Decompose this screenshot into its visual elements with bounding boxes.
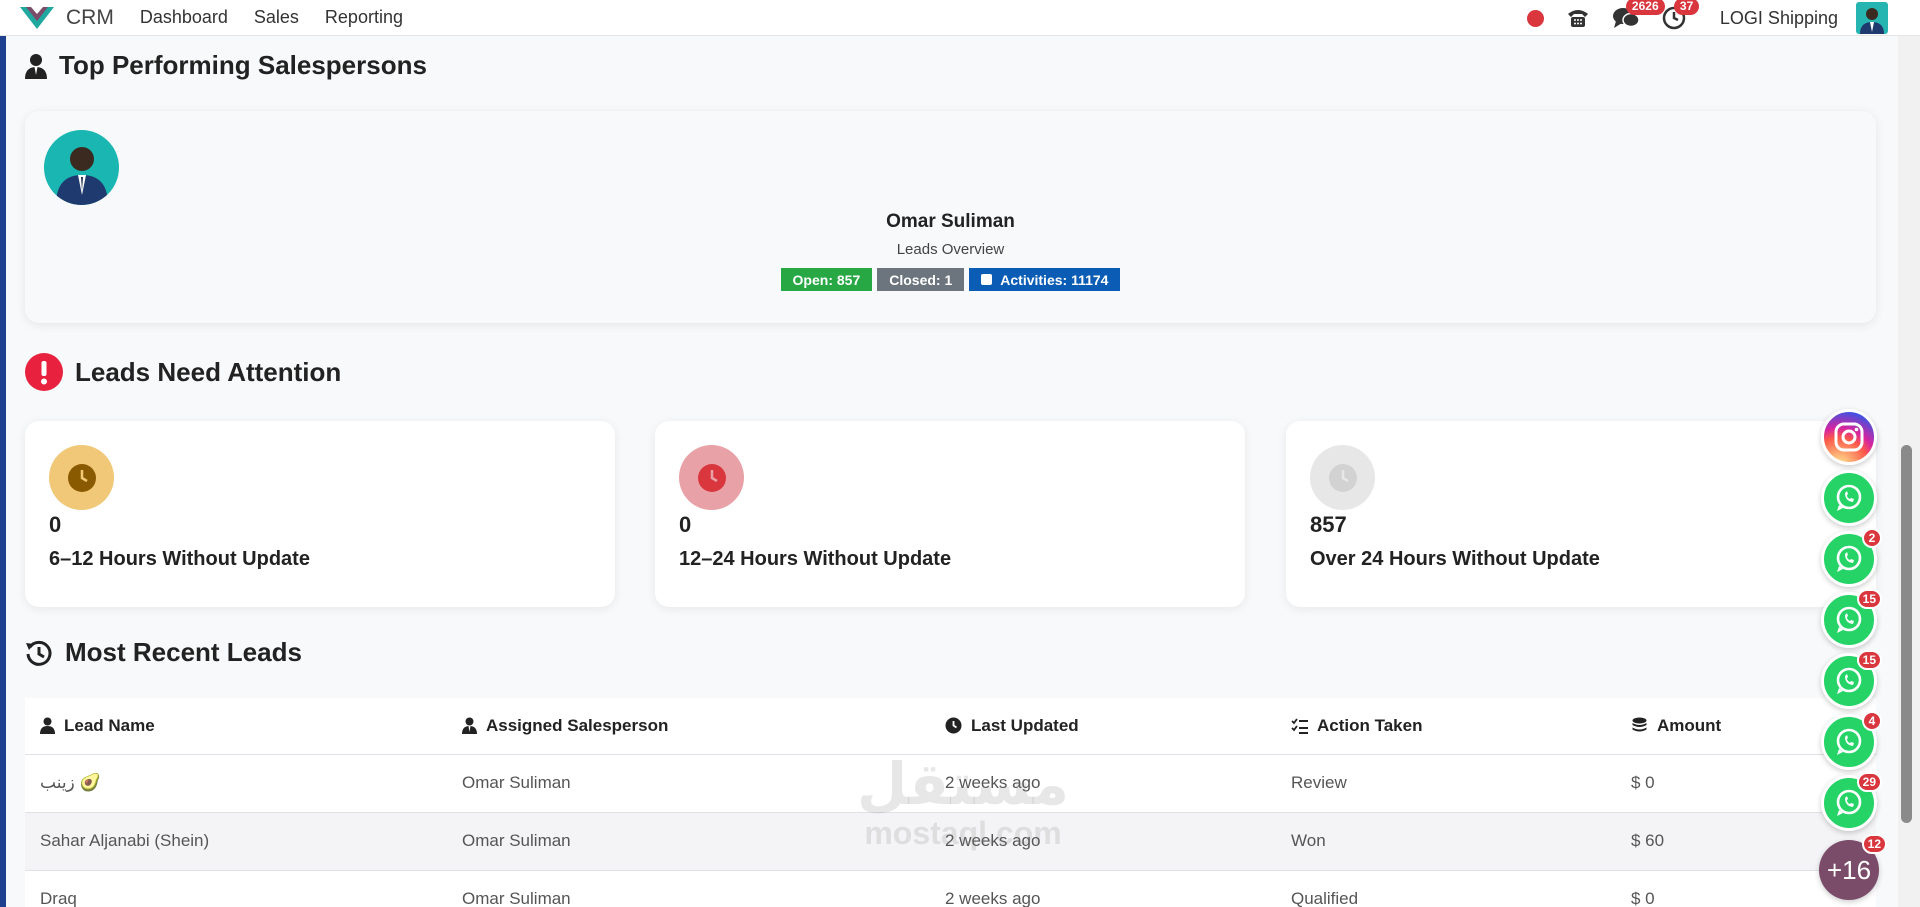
left-accent-strip: [0, 0, 6, 907]
scrollbar-thumb[interactable]: [1901, 445, 1912, 823]
instagram-button[interactable]: [1821, 409, 1877, 465]
more-contacts-badge: 12: [1861, 834, 1887, 854]
table-row[interactable]: زينب 🥑 Omar Suliman 2 weeks ago Review $…: [25, 754, 1876, 813]
activities-badge: Activities: 11174: [969, 268, 1121, 291]
history-icon: [25, 639, 53, 667]
activities-badge: 37: [1673, 0, 1700, 15]
whatsapp-icon: [1836, 545, 1862, 572]
salesperson-cell: Omar Suliman: [447, 870, 930, 907]
whatsapp-badge: 29: [1856, 772, 1882, 792]
col-last-updated[interactable]: Last Updated: [930, 698, 1276, 755]
action-cell: Qualified: [1276, 870, 1616, 907]
attention-card-6-12h[interactable]: 0 6–12 Hours Without Update: [25, 421, 615, 607]
instagram-icon: [1834, 422, 1864, 452]
activities-clock-icon[interactable]: 37: [1660, 0, 1700, 32]
phone-icon[interactable]: [1564, 4, 1592, 32]
lead-name-cell[interactable]: زينب 🥑: [25, 754, 447, 813]
last-updated-cell: 2 weeks ago: [930, 754, 1276, 813]
whatsapp-badge: 15: [1856, 650, 1882, 670]
attention-card-over-24h[interactable]: 857 Over 24 Hours Without Update: [1286, 421, 1876, 607]
whatsapp-icon: [1836, 789, 1862, 816]
performer-stats: Open: 857 Closed: 1 Activities: 11174: [25, 268, 1876, 291]
whatsapp-button[interactable]: [1821, 470, 1877, 526]
user-avatar[interactable]: [1856, 2, 1888, 34]
recent-leads-table: Lead Name Assigned Salesperson Last Upda…: [25, 698, 1876, 907]
coins-icon: [1632, 717, 1647, 732]
last-updated-cell: 2 weeks ago: [930, 812, 1276, 871]
open-leads-badge: Open: 857: [780, 268, 873, 291]
whatsapp-icon: [1836, 484, 1862, 511]
nav-dashboard[interactable]: Dashboard: [140, 7, 228, 28]
attention-count: 0: [49, 512, 62, 537]
navbar-right: 2626 37 LOGI Shipping: [1526, 0, 1920, 36]
table-header-row: Lead Name Assigned Salesperson Last Upda…: [25, 698, 1876, 755]
attention-count: 857: [1310, 512, 1347, 537]
lead-name-cell[interactable]: Draq: [25, 870, 447, 907]
action-cell: Review: [1276, 754, 1616, 813]
whatsapp-button[interactable]: 15: [1821, 589, 1882, 648]
recent-leads-title: Most Recent Leads: [25, 637, 302, 668]
clock-icon: [49, 445, 114, 510]
salesperson-cell: Omar Suliman: [447, 812, 930, 871]
whatsapp-button[interactable]: 15: [1821, 650, 1882, 709]
closed-leads-badge: Closed: 1: [877, 268, 965, 291]
salesperson-cell: Omar Suliman: [447, 754, 930, 813]
clock-icon: [1310, 445, 1375, 510]
attention-label: 12–24 Hours Without Update: [679, 548, 952, 570]
nav-reporting[interactable]: Reporting: [325, 7, 403, 28]
top-performers-title: Top Performing Salespersons: [25, 50, 427, 81]
company-switcher[interactable]: LOGI Shipping: [1720, 8, 1838, 29]
list-check-icon: [1291, 718, 1308, 734]
whatsapp-badge: 2: [1862, 528, 1882, 548]
top-navbar: CRM Dashboard Sales Reporting 2626 37 LO…: [0, 0, 1920, 36]
exclamation-circle-icon: [25, 353, 63, 391]
attention-title: Leads Need Attention: [25, 353, 341, 391]
last-updated-cell: 2 weeks ago: [930, 870, 1276, 907]
attention-count: 0: [679, 512, 692, 537]
messages-badge: 2626: [1625, 0, 1665, 15]
user-tie-icon: [25, 53, 47, 79]
brand[interactable]: CRM: [20, 5, 114, 31]
crm-logo-icon: [20, 6, 54, 29]
whatsapp-button[interactable]: 2: [1821, 528, 1882, 587]
nav-sales[interactable]: Sales: [254, 7, 299, 28]
recording-dot-icon[interactable]: [1526, 9, 1544, 27]
action-cell: Won: [1276, 812, 1616, 871]
app-name: CRM: [66, 5, 114, 29]
attention-card-12-24h[interactable]: 0 12–24 Hours Without Update: [655, 421, 1245, 607]
col-salesperson[interactable]: Assigned Salesperson: [447, 698, 930, 755]
more-contacts-button[interactable]: +16 12: [1819, 834, 1887, 900]
leads-overview-label: Leads Overview: [896, 241, 1005, 258]
whatsapp-icon: [1836, 728, 1862, 755]
whatsapp-badge: 15: [1856, 589, 1882, 609]
clock-icon: [679, 445, 744, 510]
table-row[interactable]: Draq Omar Suliman 2 weeks ago Qualified …: [25, 870, 1876, 907]
lead-name-cell[interactable]: Sahar Aljanabi (Shein): [25, 812, 447, 871]
col-action-taken[interactable]: Action Taken: [1276, 698, 1616, 755]
attention-label: 6–12 Hours Without Update: [49, 548, 310, 570]
clock-icon: [945, 717, 962, 734]
col-lead-name[interactable]: Lead Name: [25, 698, 447, 755]
whatsapp-badge: 4: [1862, 711, 1882, 731]
attention-label: Over 24 Hours Without Update: [1310, 548, 1600, 570]
table-row[interactable]: Sahar Aljanabi (Shein) Omar Suliman 2 we…: [25, 812, 1876, 871]
user-icon: [40, 717, 55, 735]
top-performer-card: Omar Suliman Leads Overview Open: 857 Cl…: [25, 111, 1876, 323]
note-icon: [981, 274, 993, 285]
whatsapp-button[interactable]: 29: [1821, 772, 1882, 831]
whatsapp-icon: [1836, 606, 1862, 633]
whatsapp-icon: [1836, 667, 1862, 694]
messages-icon[interactable]: 2626: [1612, 0, 1665, 32]
salesperson-name: Omar Suliman: [886, 211, 1015, 232]
whatsapp-button[interactable]: 4: [1821, 711, 1882, 770]
user-tie-icon: [462, 717, 477, 735]
salesperson-avatar: [44, 130, 119, 205]
